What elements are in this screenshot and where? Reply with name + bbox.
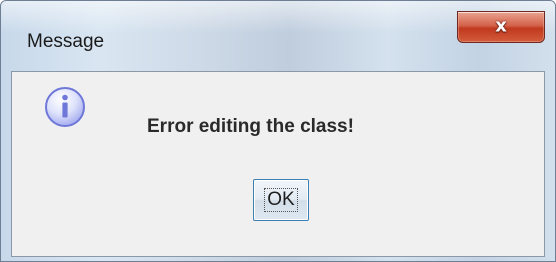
window-title: Message	[27, 31, 105, 52]
close-button[interactable]: x	[457, 11, 545, 43]
close-icon: x	[495, 15, 507, 37]
titlebar[interactable]: Message x	[1, 1, 555, 59]
message-dialog: Message x Error editing the class! OK	[0, 0, 556, 262]
ok-button-label: OK	[264, 187, 298, 213]
message-text: Error editing the class!	[147, 116, 354, 137]
information-icon	[45, 87, 85, 127]
ok-button[interactable]: OK	[253, 179, 309, 221]
dialog-content	[11, 71, 545, 257]
